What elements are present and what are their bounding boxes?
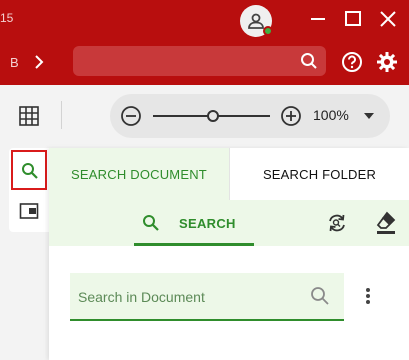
zoom-level[interactable]: 100% bbox=[313, 107, 349, 123]
minimize-icon bbox=[311, 18, 325, 20]
title-bar: 15 bbox=[0, 0, 409, 40]
zoom-out-icon[interactable] bbox=[120, 105, 142, 127]
global-search-box[interactable] bbox=[73, 46, 326, 76]
minimize-button[interactable] bbox=[306, 8, 330, 30]
search-icon[interactable] bbox=[300, 52, 318, 70]
title-fragment: 15 bbox=[0, 11, 14, 25]
search-tabs: SEARCH DOCUMENT SEARCH FOLDER bbox=[49, 148, 409, 200]
app-header: B bbox=[0, 40, 409, 85]
zoom-slider-thumb[interactable] bbox=[207, 110, 219, 122]
close-icon bbox=[380, 11, 396, 27]
maximize-icon bbox=[345, 11, 361, 26]
caret-down-icon[interactable] bbox=[363, 112, 375, 120]
search-panel: SEARCH DOCUMENT SEARCH FOLDER SEARCH bbox=[49, 148, 409, 360]
chevron-right-icon[interactable] bbox=[32, 53, 46, 71]
active-action-underline bbox=[134, 243, 254, 246]
search-action-label: SEARCH bbox=[179, 216, 236, 231]
close-button[interactable] bbox=[376, 8, 400, 30]
more-vertical-icon bbox=[366, 300, 370, 304]
document-search-field[interactable] bbox=[70, 273, 344, 321]
eraser-icon[interactable] bbox=[375, 211, 397, 235]
search-icon bbox=[22, 163, 38, 179]
tab-search-folder[interactable]: SEARCH FOLDER bbox=[229, 148, 409, 200]
zoom-in-icon[interactable] bbox=[280, 105, 302, 127]
search-icon[interactable] bbox=[310, 286, 330, 306]
thumbnails-icon[interactable] bbox=[19, 202, 39, 220]
help-icon[interactable] bbox=[341, 51, 363, 73]
more-vertical-icon bbox=[366, 294, 370, 298]
viewer-toolbar: 100% bbox=[0, 85, 409, 147]
zoom-control: 100% bbox=[110, 94, 390, 138]
more-vertical-icon bbox=[366, 288, 370, 292]
global-search-input[interactable] bbox=[83, 51, 288, 71]
side-tab-strip bbox=[9, 148, 49, 232]
search-icon bbox=[143, 215, 159, 231]
maximize-button[interactable] bbox=[341, 8, 365, 30]
more-options-button[interactable] bbox=[362, 288, 374, 308]
side-tab-search[interactable] bbox=[11, 150, 47, 190]
grid-icon[interactable] bbox=[18, 105, 40, 127]
toolbar-divider bbox=[61, 101, 62, 129]
document-search-input[interactable] bbox=[78, 287, 303, 307]
refresh-icon[interactable] bbox=[326, 212, 348, 234]
breadcrumb-fragment[interactable]: B bbox=[10, 55, 19, 70]
search-action-bar: SEARCH bbox=[49, 200, 409, 246]
tab-search-document[interactable]: SEARCH DOCUMENT bbox=[49, 148, 229, 200]
online-status-dot bbox=[263, 26, 273, 36]
gear-icon[interactable] bbox=[376, 51, 398, 73]
